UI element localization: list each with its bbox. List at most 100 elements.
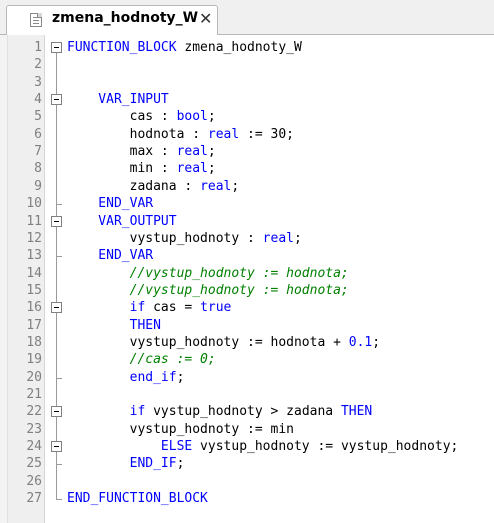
code-line[interactable]: if cas = true — [67, 299, 232, 316]
line-number: 15 — [26, 282, 42, 298]
keyword-token: real — [176, 161, 208, 177]
document-icon — [30, 13, 42, 27]
close-icon[interactable]: ✕ — [199, 9, 212, 29]
keyword-token: END_VAR — [67, 196, 154, 212]
code-token: ; — [231, 178, 240, 194]
keyword-token: true — [200, 300, 232, 316]
keyword-token: real — [176, 144, 208, 160]
code-line[interactable]: VAR_INPUT — [67, 91, 168, 108]
editor-margin — [0, 35, 8, 523]
code-line[interactable]: END_FUNCTION_BLOCK — [67, 490, 208, 507]
line-number: 10 — [26, 196, 42, 212]
line-number: 19 — [26, 352, 42, 368]
code-line[interactable]: zadana : real; — [67, 178, 240, 195]
line-number: 2 — [34, 57, 42, 73]
fold-toggle-icon[interactable] — [51, 406, 62, 418]
code-line[interactable]: //vystup_hodnoty := hodnota; — [67, 265, 349, 282]
keyword-token: bool — [176, 109, 208, 125]
comment-token: //vystup_hodnoty := hodnota; — [67, 265, 349, 281]
comment-token: //vystup_hodnoty := hodnota; — [67, 282, 349, 298]
code-line[interactable]: vystup_hodnoty := hodnota + 0.1; — [67, 334, 380, 351]
code-token: vystup_hodnoty := vystup_hodnoty; — [192, 439, 459, 455]
code-token: ; — [207, 161, 216, 177]
code-line[interactable]: FUNCTION_BLOCK zmena_hodnoty_W — [67, 39, 302, 56]
code-token: ; — [293, 230, 302, 246]
code-token: ; — [372, 334, 381, 350]
keyword-token: THEN — [67, 317, 161, 333]
code-line[interactable]: vystup_hodnoty : real; — [67, 230, 302, 247]
code-token: vystup_hodnoty : — [67, 230, 263, 246]
line-number: 14 — [26, 265, 42, 281]
code-line[interactable]: max : real; — [67, 143, 216, 160]
tab-zmena-hodnoty-w[interactable]: zmena_hodnoty_W ✕ — [6, 5, 218, 35]
line-number: 22 — [26, 404, 42, 420]
code-token: := 30; — [239, 126, 294, 142]
line-number: 9 — [34, 178, 42, 194]
code-token: hodnota : — [67, 126, 208, 142]
line-number: 3 — [34, 74, 42, 90]
line-number: 11 — [26, 213, 42, 229]
code-line[interactable]: END_VAR — [67, 247, 153, 264]
code-token: zadana : — [67, 178, 201, 194]
code-line[interactable]: min : real; — [67, 160, 216, 177]
code-line[interactable]: END_IF; — [67, 455, 185, 472]
fold-guide-line — [56, 50, 57, 500]
code-token: min : — [67, 161, 177, 177]
fold-end-marker — [56, 464, 62, 466]
line-number: 27 — [26, 491, 42, 507]
code-line[interactable]: end_if; — [67, 369, 185, 386]
keyword-token: ELSE — [160, 439, 193, 455]
tab-bar: zmena_hodnoty_W ✕ — [0, 0, 494, 35]
line-number: 13 — [26, 248, 42, 264]
fold-end-marker — [56, 256, 62, 258]
code-token: ; — [176, 369, 185, 385]
fold-toggle-icon[interactable] — [51, 441, 62, 453]
keyword-token: real — [207, 126, 240, 142]
code-line[interactable]: END_VAR — [67, 195, 153, 212]
fold-end-marker — [56, 204, 62, 206]
code-line[interactable]: if vystup_hodnoty > zadana THEN — [67, 403, 373, 420]
line-number: 12 — [26, 230, 42, 246]
code-token: cas : — [67, 109, 177, 125]
code-line[interactable]: ELSE vystup_hodnoty := vystup_hodnoty; — [67, 438, 458, 455]
line-number: 7 — [34, 144, 42, 160]
code-line[interactable]: VAR_OUTPUT — [67, 213, 177, 230]
keyword-token: FUNCTION_BLOCK — [67, 40, 177, 55]
line-number: 18 — [26, 334, 42, 350]
fold-end-marker — [56, 377, 62, 379]
fold-toggle-icon[interactable] — [51, 302, 62, 314]
code-token: max : — [67, 144, 177, 160]
keyword-token: if — [129, 404, 146, 420]
line-number: 5 — [34, 109, 42, 125]
code-line[interactable]: //cas := 0; — [67, 351, 216, 368]
keyword-token: end_if — [67, 369, 177, 385]
code-editor[interactable]: 1 FUNCTION_BLOCK zmena_hodnoty_W 2 3 4 VAR_I… — [0, 35, 494, 523]
code-token: vystup_hodnoty := min — [67, 421, 294, 437]
code-line[interactable]: THEN — [67, 317, 161, 334]
code-line[interactable]: cas : bool; — [67, 108, 216, 125]
code-line[interactable]: //vystup_hodnoty := hodnota; — [67, 282, 349, 299]
code-token: zmena_hodnoty_W — [176, 40, 302, 55]
keyword-token: VAR_OUTPUT — [67, 213, 177, 229]
line-number: 8 — [34, 161, 42, 177]
keyword-token: END_IF — [67, 456, 177, 472]
line-number: 23 — [26, 421, 42, 437]
line-number: 25 — [26, 456, 42, 472]
keyword-token: real — [200, 178, 232, 194]
line-number: 17 — [26, 317, 42, 333]
line-number: 20 — [26, 369, 42, 385]
line-number: 4 — [34, 92, 42, 108]
code-token: ; — [207, 109, 216, 125]
fold-toggle-icon[interactable] — [51, 94, 62, 106]
line-number: 21 — [26, 387, 42, 402]
code-line[interactable]: hodnota : real := 30; — [67, 126, 294, 143]
fold-toggle-icon[interactable] — [51, 215, 62, 227]
fold-toggle-icon[interactable] — [51, 42, 62, 53]
line-number: 24 — [26, 439, 42, 455]
code-line[interactable]: vystup_hodnoty := min — [67, 421, 294, 438]
code-token: ; — [207, 144, 216, 160]
keyword-token: real — [262, 230, 294, 246]
